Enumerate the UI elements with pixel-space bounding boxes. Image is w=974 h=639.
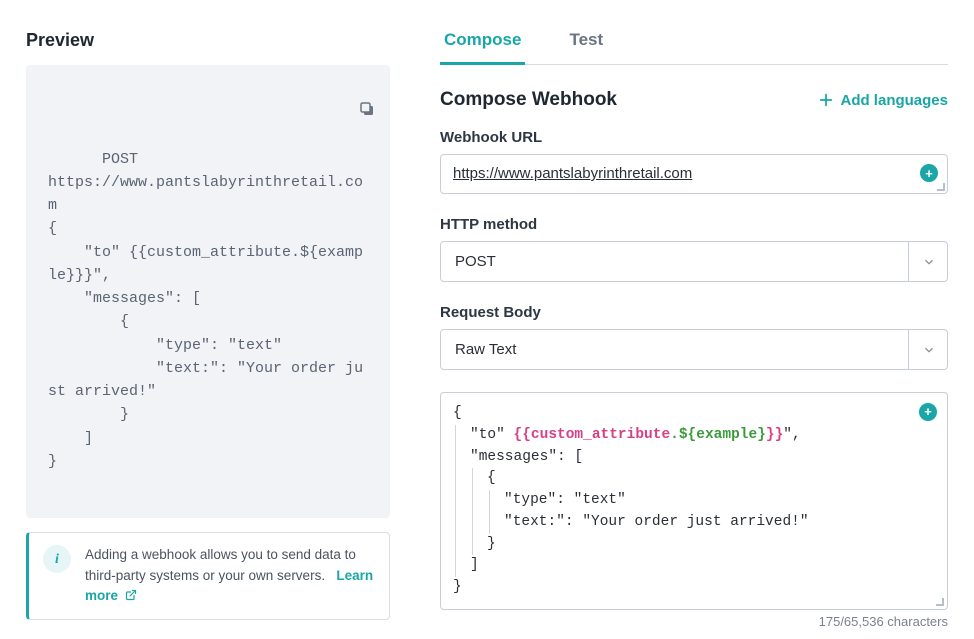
tab-test[interactable]: Test <box>565 30 607 64</box>
tab-compose[interactable]: Compose <box>440 30 525 64</box>
webhook-url-label: Webhook URL <box>440 129 948 146</box>
copy-icon[interactable] <box>286 77 376 150</box>
request-body-label: Request Body <box>440 304 948 321</box>
tabs: Compose Test <box>440 30 948 65</box>
plus-icon <box>818 92 834 108</box>
request-body-type-value: Raw Text <box>455 341 516 358</box>
info-icon: i <box>43 545 71 573</box>
resize-handle-icon <box>935 597 945 607</box>
preview-title: Preview <box>26 30 390 51</box>
request-body-content: { "to" {{custom_attribute.${example}}}",… <box>453 403 935 599</box>
add-languages-button[interactable]: Add languages <box>818 92 948 109</box>
add-languages-label: Add languages <box>840 92 948 109</box>
webhook-url-input[interactable]: https://www.pantslabyrinthretail.com <box>440 154 948 194</box>
webhook-url-value: https://www.pantslabyrinthretail.com <box>453 165 692 182</box>
preview-code: POST https://www.pantslabyrinthretail.co… <box>48 151 363 470</box>
info-banner: i Adding a webhook allows you to send da… <box>26 532 390 620</box>
add-personalization-button[interactable]: + <box>920 164 938 182</box>
http-method-label: HTTP method <box>440 216 948 233</box>
request-body-type-select[interactable]: Raw Text <box>440 329 948 370</box>
add-personalization-button[interactable]: + <box>919 403 937 421</box>
http-method-select[interactable]: POST <box>440 241 948 282</box>
preview-code-box: POST https://www.pantslabyrinthretail.co… <box>26 65 390 518</box>
compose-title: Compose Webhook <box>440 89 617 111</box>
request-body-editor[interactable]: + { "to" {{custom_attribute.${example}}}… <box>440 392 948 610</box>
info-text: Adding a webhook allows you to send data… <box>85 547 356 582</box>
character-count: 175/65,536 characters <box>440 614 948 629</box>
http-method-value: POST <box>455 253 496 270</box>
external-link-icon <box>125 587 137 607</box>
